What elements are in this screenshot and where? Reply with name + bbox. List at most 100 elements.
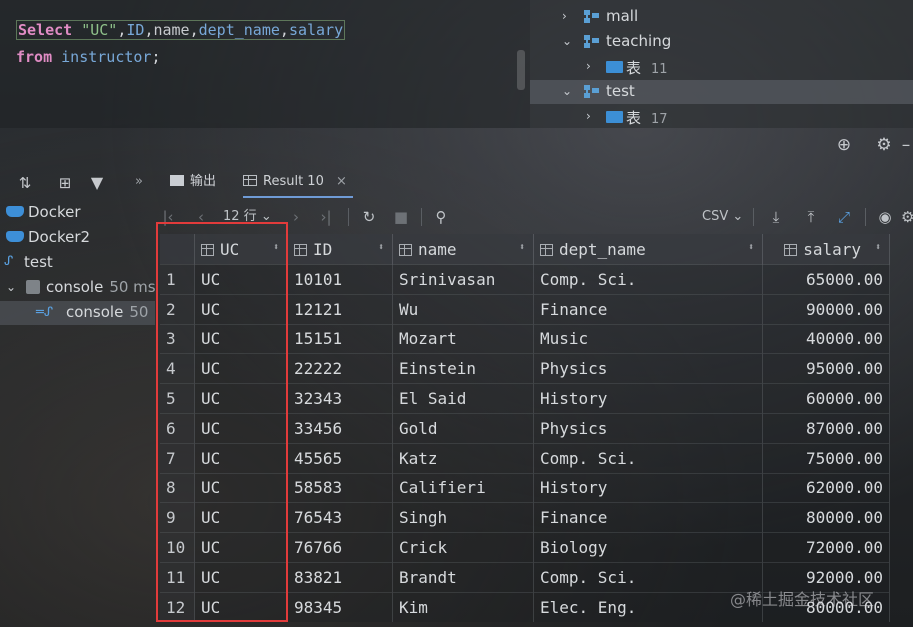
table-cell-uc[interactable]: UC — [194, 591, 288, 622]
table-cell-name[interactable]: Mozart — [392, 323, 534, 354]
table-cell-name[interactable]: El Said — [392, 383, 534, 414]
group-icon[interactable]: ⊞ — [54, 172, 76, 194]
chevron-right-icon[interactable]: › — [586, 109, 591, 123]
close-tab-icon[interactable]: × — [336, 174, 347, 189]
table-cell-salary[interactable]: 95000.00 — [762, 353, 890, 384]
compare-icon[interactable]: ⤢ — [833, 206, 855, 228]
table-row[interactable]: 4 UC 22222 Einstein Physics 95000.00 — [160, 353, 890, 384]
chevron-down-icon[interactable]: ⌄ — [562, 34, 572, 48]
rows-count-dropdown[interactable]: 12 行 ⌄ — [223, 206, 272, 228]
upload-icon[interactable]: ⤒ — [800, 206, 822, 228]
table-cell-salary[interactable]: 40000.00 — [762, 323, 890, 354]
table-cell-uc[interactable]: UC — [194, 561, 288, 593]
stop-icon[interactable]: ■ — [390, 206, 412, 228]
editor-line-2[interactable]: from instructor; — [16, 48, 161, 66]
table-row[interactable]: 10 UC 76766 Crick Biology 72000.00 — [160, 532, 890, 563]
sort-icon[interactable]: ⬍ — [273, 242, 279, 253]
chevron-right-icon[interactable]: › — [586, 59, 591, 73]
settings-icon[interactable]: ⚙ — [901, 206, 913, 228]
table-cell-dept-name[interactable]: Finance — [533, 293, 763, 325]
table-cell-dept-name[interactable]: Comp. Sci. — [533, 561, 763, 593]
first-page-icon[interactable]: |‹ — [157, 206, 179, 228]
column-header-name[interactable]: name ⬍ — [392, 234, 534, 265]
table-cell-salary[interactable]: 65000.00 — [762, 264, 890, 295]
pin-icon[interactable]: ⚲ — [430, 206, 452, 228]
chevron-down-icon[interactable]: ⌄ — [6, 280, 16, 294]
gear-icon[interactable]: ⚙ — [873, 134, 895, 156]
table-cell-id[interactable]: 32343 — [287, 383, 393, 414]
tree-item-teaching[interactable]: ⌄ teaching — [530, 30, 913, 54]
table-cell-id[interactable]: 98345 — [287, 591, 393, 622]
tree-item-test[interactable]: ⌄ test — [530, 80, 913, 104]
table-cell-dept-name[interactable]: Physics — [533, 353, 763, 384]
table-cell-salary[interactable]: 72000.00 — [762, 532, 890, 563]
table-row[interactable]: 6 UC 33456 Gold Physics 87000.00 — [160, 412, 890, 444]
tree-item-表[interactable]: › 表 17 — [530, 105, 913, 129]
sort-icon[interactable]: ⬍ — [748, 242, 754, 253]
table-cell-id[interactable]: 15151 — [287, 323, 393, 354]
table-row[interactable]: 1 UC 10101 Srinivasan Comp. Sci. 65000.00 — [160, 264, 890, 295]
chevron-right-icon[interactable]: › — [562, 9, 567, 23]
table-cell-uc[interactable]: UC — [194, 472, 288, 503]
table-cell-uc[interactable]: UC — [194, 412, 288, 444]
table-cell-name[interactable]: Gold — [392, 412, 534, 444]
table-cell-salary[interactable]: 90000.00 — [762, 293, 890, 325]
table-cell-name[interactable]: Crick — [392, 532, 534, 563]
table-cell-name[interactable]: Califieri — [392, 472, 534, 503]
table-cell-uc[interactable]: UC — [194, 293, 288, 325]
table-cell-salary[interactable]: 75000.00 — [762, 442, 890, 474]
tree-item-表[interactable]: › 表 11 — [530, 55, 913, 79]
table-cell-dept-name[interactable]: Elec. Eng. — [533, 591, 763, 622]
table-cell-id[interactable]: 58583 — [287, 472, 393, 503]
download-icon[interactable]: ⤓ — [765, 206, 787, 228]
sort-icon[interactable]: ⬍ — [875, 242, 881, 253]
table-cell-id[interactable]: 45565 — [287, 442, 393, 474]
crosshair-icon[interactable]: ⊕ — [833, 134, 855, 156]
table-cell-id[interactable]: 83821 — [287, 561, 393, 593]
sql-editor[interactable]: Select "UC",ID,name,dept_name,salary fro… — [0, 0, 530, 128]
table-row[interactable]: 7 UC 45565 Katz Comp. Sci. 75000.00 — [160, 442, 890, 474]
refresh-icon[interactable]: ↻ — [358, 206, 380, 228]
next-page-icon[interactable]: › — [288, 206, 304, 228]
sort-icon[interactable]: ⬍ — [378, 242, 384, 253]
table-cell-salary[interactable]: 60000.00 — [762, 383, 890, 414]
table-cell-uc[interactable]: UC — [194, 532, 288, 563]
table-row[interactable]: 2 UC 12121 Wu Finance 90000.00 — [160, 293, 890, 325]
collapse-icon[interactable]: ⇅ — [14, 172, 36, 194]
table-cell-dept-name[interactable]: History — [533, 383, 763, 414]
table-cell-name[interactable]: Einstein — [392, 353, 534, 384]
export-format-dropdown[interactable]: CSV ⌄ — [702, 206, 743, 228]
column-header-dept-name[interactable]: dept_name ⬍ — [533, 234, 763, 265]
eye-icon[interactable]: ◉ — [873, 206, 897, 228]
table-cell-id[interactable]: 33456 — [287, 412, 393, 444]
table-cell-name[interactable]: Singh — [392, 502, 534, 533]
service-item-console-4[interactable]: ═ᔑ console 50 — [0, 301, 155, 325]
table-cell-uc[interactable]: UC — [194, 442, 288, 474]
table-cell-dept-name[interactable]: Biology — [533, 532, 763, 563]
table-cell-id[interactable]: 22222 — [287, 353, 393, 384]
table-cell-salary[interactable]: 62000.00 — [762, 472, 890, 503]
editor-scrollbar[interactable] — [517, 50, 525, 90]
table-cell-uc[interactable]: UC — [194, 264, 288, 295]
table-cell-name[interactable]: Wu — [392, 293, 534, 325]
table-row[interactable]: 8 UC 58583 Califieri History 62000.00 — [160, 472, 890, 503]
table-cell-dept-name[interactable]: Music — [533, 323, 763, 354]
table-cell-name[interactable]: Katz — [392, 442, 534, 474]
table-cell-id[interactable]: 10101 — [287, 264, 393, 295]
table-cell-id[interactable]: 76543 — [287, 502, 393, 533]
table-cell-uc[interactable]: UC — [194, 353, 288, 384]
prev-page-icon[interactable]: ‹ — [193, 206, 209, 228]
table-cell-uc[interactable]: UC — [194, 323, 288, 354]
more-icon[interactable]: – — [900, 134, 912, 156]
table-cell-name[interactable]: Kim — [392, 591, 534, 622]
table-row[interactable]: 3 UC 15151 Mozart Music 40000.00 — [160, 323, 890, 354]
table-cell-dept-name[interactable]: Comp. Sci. — [533, 442, 763, 474]
editor-line-1[interactable]: Select "UC",ID,name,dept_name,salary — [16, 20, 346, 40]
last-page-icon[interactable]: ›| — [315, 206, 337, 228]
table-cell-dept-name[interactable]: Comp. Sci. — [533, 264, 763, 295]
tab-result-10[interactable]: Result 10 × — [243, 168, 353, 198]
table-cell-salary[interactable]: 87000.00 — [762, 412, 890, 444]
table-cell-id[interactable]: 76766 — [287, 532, 393, 563]
column-header-id[interactable]: ID ⬍ — [287, 234, 393, 265]
column-header-uc[interactable]: UC ⬍ — [194, 234, 288, 265]
